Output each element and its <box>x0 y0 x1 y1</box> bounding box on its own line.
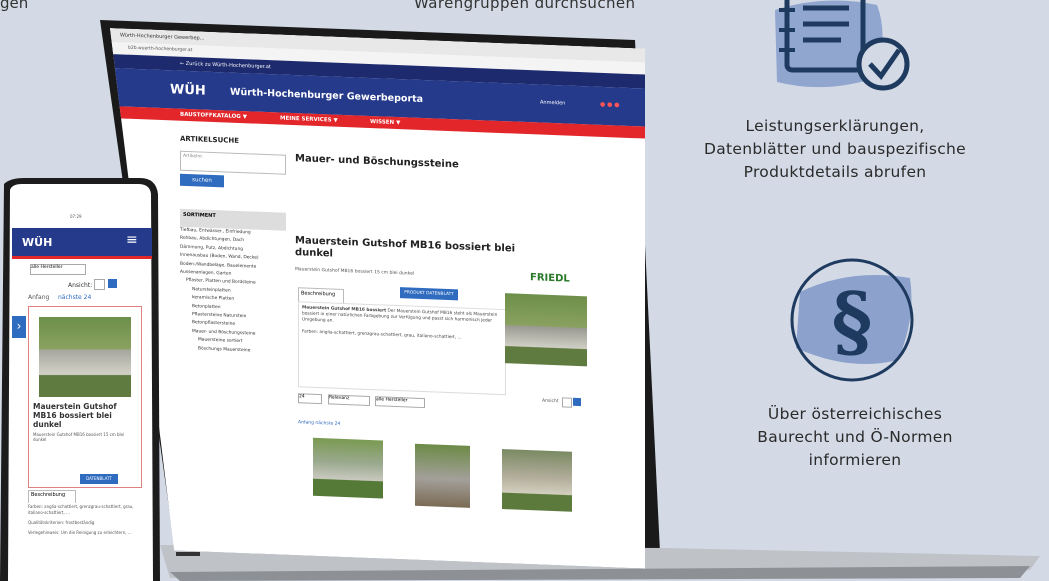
phone-pager-next[interactable]: nächste 24 <box>58 294 91 301</box>
nav-baustoffkatalog[interactable]: BAUSTOFFKATALOG ▼ <box>180 112 247 121</box>
hamburger-menu-icon[interactable]: ≡ <box>126 232 138 248</box>
grid-product-image[interactable] <box>502 449 572 512</box>
phone-product-title: Mauerstein Gutshof MB16 bossiert blei du… <box>33 402 117 429</box>
phone-tab-beschreibung[interactable]: Beschreibung <box>28 490 76 503</box>
phone-list-view-icon[interactable] <box>94 279 105 290</box>
datasheet-button[interactable]: PRODUKT DATENBLATT <box>400 287 458 300</box>
pager[interactable]: Anfang nächste 24 <box>298 420 340 427</box>
portal-title: Würth-Hochenburger Gewerbeporta <box>230 86 424 106</box>
product-subtitle: Mauerstein Gutshof MB16 bossiert 15 cm b… <box>295 267 415 277</box>
search-heading: ARTIKELSUCHE <box>180 134 240 145</box>
login-link[interactable]: Anmelden <box>540 100 565 107</box>
back-link[interactable]: ← Zurück zu Würth-Hochenburger.at <box>180 61 271 70</box>
view-label: Ansicht <box>542 398 559 405</box>
grid-view-icon[interactable] <box>573 398 581 406</box>
nav-meine-services[interactable]: MEINE SERVICES ▼ <box>280 116 338 124</box>
phone-product-image <box>39 317 131 397</box>
friedl-logo: FRIEDL <box>530 272 570 285</box>
phone-description: Farben: anglia-schattiert, grenzgrau-sch… <box>28 504 134 535</box>
phone-red-strip <box>12 256 152 259</box>
phone-logo[interactable]: WÜH <box>22 236 52 249</box>
grid-product-image[interactable] <box>415 444 470 508</box>
phone-carousel-prev-icon[interactable]: › <box>12 316 26 338</box>
smartphone: 07:29 WÜH ≡ alle Hersteller Ansicht: Anf… <box>0 178 160 581</box>
list-view-icon[interactable] <box>562 397 572 407</box>
category-title: Mauer- und Böschungssteine <box>295 153 459 171</box>
description-panel: Mauerstein Gutshof MB16 bossiert Der Mau… <box>298 301 506 395</box>
product-title: Mauerstein Gutshof MB16 bossiert blei du… <box>295 235 516 260</box>
grid-product-image[interactable] <box>313 438 383 499</box>
phone-status-bar: 07:29 <box>70 214 82 219</box>
phone-pager-start[interactable]: Anfang <box>28 294 49 301</box>
wuh-logo[interactable]: WÜH <box>170 82 206 98</box>
phone-view-label: Ansicht: <box>68 282 93 289</box>
search-button[interactable]: suchen <box>180 174 224 188</box>
phone-datasheet-button[interactable]: DATENBLATT <box>80 474 118 484</box>
cart-icon[interactable]: ● ● ● <box>600 101 620 109</box>
phone-product-card[interactable]: Mauerstein Gutshof MB16 bossiert blei du… <box>28 306 142 488</box>
phone-filter-select[interactable]: alle Hersteller <box>30 264 86 275</box>
producer-select[interactable]: alle Hersteller <box>375 396 425 408</box>
phone-grid-view-icon[interactable] <box>108 279 117 288</box>
nav-wissen[interactable]: WISSEN ▼ <box>370 119 400 126</box>
sort-select[interactable]: Relevanz <box>328 394 370 406</box>
sortiment-list: Tiefbau, Entwässer., Einfriedung Rohbau,… <box>180 227 285 357</box>
article-search-input[interactable]: Artikelnr. <box>180 151 286 175</box>
phone-product-subtitle: Mauerstein Gutshof MB16 bossiert 15 cm b… <box>33 432 125 442</box>
laptop-screen: Würth-Hochenburger Gewerbep... b2b.wuert… <box>110 28 645 569</box>
browser-tab[interactable]: Würth-Hochenburger Gewerbep... <box>120 32 204 41</box>
per-page-select[interactable]: 24 <box>298 393 322 404</box>
phone-header: WÜH ≡ <box>12 228 152 256</box>
product-image <box>505 293 587 366</box>
